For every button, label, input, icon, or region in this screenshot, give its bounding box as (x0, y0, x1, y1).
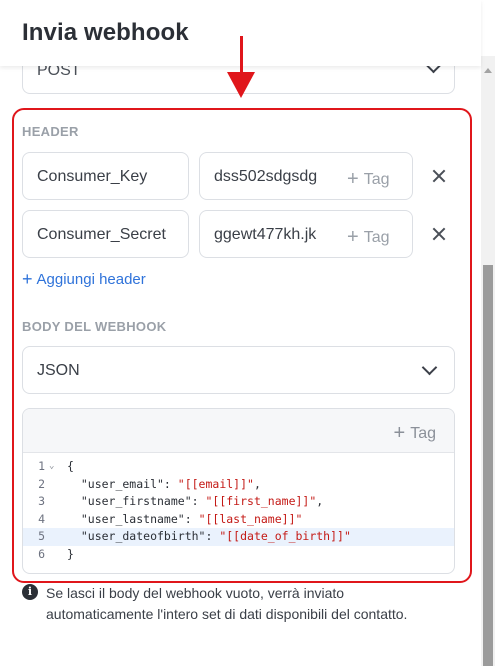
code-string: "[[first_name]]" (205, 494, 317, 509)
line-number: 2 (38, 476, 45, 491)
plus-icon: + (347, 168, 359, 190)
code-line[interactable]: 4 "user_lastname": "[[last_name]]" (23, 511, 454, 529)
code-string: "[[last_name]]" (198, 511, 303, 526)
header-value-text: ggewt477kh.jk (214, 226, 317, 243)
line-number: 4 (38, 511, 45, 526)
tag-label: Tag (410, 425, 436, 442)
line-number: 6 (38, 546, 45, 561)
code-line[interactable]: 3 "user_firstname": "[[first_name]]", (23, 493, 454, 511)
line-number: 5 (38, 529, 45, 544)
code-line[interactable]: 6} (23, 546, 454, 564)
code-text: { (67, 458, 74, 476)
info-icon: i (22, 584, 38, 600)
tag-label: Tag (363, 229, 390, 246)
code-token: "user_firstname": (67, 494, 206, 509)
line-number: 1 (38, 459, 45, 473)
line-number: 3 (38, 494, 45, 509)
tag-label: Tag (363, 171, 390, 188)
header-value-input-1[interactable]: dss502sdgsdg + Tag (199, 152, 413, 200)
code-token: "user_dateofbirth": (67, 529, 220, 544)
page-title: Invia webhook (22, 19, 189, 46)
close-icon[interactable] (432, 169, 446, 183)
header-key-value: Consumer_Key (37, 168, 148, 185)
add-header-label: Aggiungi header (36, 271, 146, 288)
code-editor-toolbar: + Tag (23, 409, 454, 453)
plus-icon: + (347, 226, 359, 248)
header-tag-button-1[interactable]: + Tag (341, 167, 390, 190)
header-key-value: Consumer_Secret (37, 226, 166, 243)
plus-icon: + (22, 269, 33, 289)
scroll-up-icon[interactable] (484, 68, 492, 73)
code-token: , (253, 476, 261, 491)
close-icon[interactable] (432, 227, 446, 241)
code-string: "[[date_of_birth]]" (219, 529, 351, 544)
code-text: "user_lastname": "[[last_name]]" (67, 511, 303, 529)
code-line[interactable]: 2 "user_email": "[[email]]", (23, 476, 454, 494)
headers-section-label: HEADER (22, 124, 79, 139)
body-format-select[interactable]: JSON (22, 346, 455, 394)
code-text: } (67, 546, 74, 564)
code-text: "user_firstname": "[[first_name]]", (67, 493, 323, 511)
body-section-label: BODY DEL WEBHOOK (22, 319, 167, 334)
code-text: "user_dateofbirth": "[[date_of_birth]]" (67, 528, 351, 546)
header-key-input-2[interactable]: Consumer_Secret (22, 210, 189, 258)
code-token: } (67, 546, 74, 561)
fold-chevron-icon[interactable]: ⌄ (49, 458, 54, 476)
scrollbar-thumb[interactable] (483, 265, 493, 666)
code-token: { (67, 459, 74, 473)
code-lines[interactable]: 1 ⌄{2 "user_email": "[[email]]", 3 "user_f… (23, 458, 454, 564)
body-format-value: JSON (37, 362, 80, 379)
code-text: "user_email": "[[email]]", (67, 476, 261, 494)
header-tag-button-2[interactable]: + Tag (341, 225, 390, 248)
code-string: "[[email]]" (177, 476, 254, 491)
header-value-input-2[interactable]: ggewt477kh.jk + Tag (199, 210, 413, 258)
header-key-input-1[interactable]: Consumer_Key (22, 152, 189, 200)
code-line[interactable]: 1 ⌄ { (23, 458, 454, 476)
chevron-down-icon (421, 359, 438, 376)
plus-icon: + (393, 422, 406, 444)
info-text: Se lasci il body del webhook vuoto, verr… (46, 585, 408, 622)
code-token: , (316, 494, 324, 509)
add-header-link[interactable]: + Aggiungi header (22, 268, 146, 289)
arrow-down-icon (227, 72, 255, 98)
code-token: "user_email": (67, 476, 178, 491)
body-code-editor[interactable]: + Tag 1 ⌄{2 "user_email": "[[email]]", 3 "u… (22, 408, 455, 574)
header-value-text: dss502sdgsdg (214, 168, 318, 185)
body-tag-button[interactable]: + Tag (394, 421, 436, 444)
code-line[interactable]: 5 "user_dateofbirth": "[[date_of_birth]]… (23, 528, 454, 546)
code-token: "user_lastname": (67, 511, 199, 526)
